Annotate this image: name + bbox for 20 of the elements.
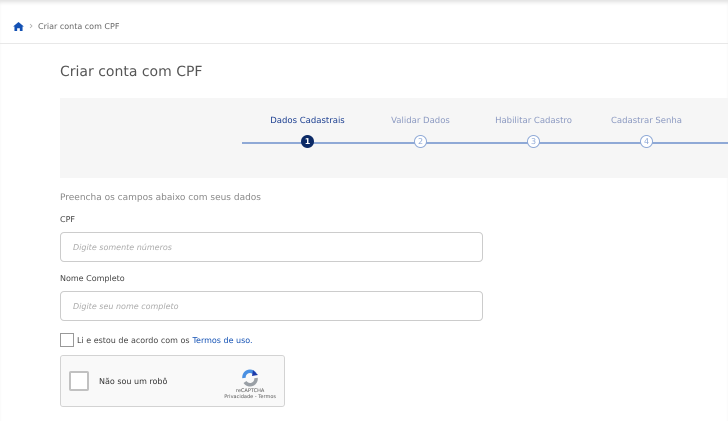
chevron-right-icon	[29, 23, 33, 29]
input-field[interactable]: Digite seu nome completo	[60, 291, 483, 321]
step-number: 2	[414, 135, 427, 148]
field-label: CPF	[60, 215, 76, 224]
terms-checkbox[interactable]	[60, 333, 74, 347]
step-label[interactable]: Dados Cadastrais	[270, 116, 345, 126]
breadcrumb-current: Criar conta com CPF	[38, 22, 120, 30]
home-icon[interactable]	[13, 22, 24, 30]
captcha-label: Não sou um robô	[99, 376, 168, 386]
recaptcha-logo-icon	[240, 368, 260, 388]
input-field[interactable]: Digite somente números	[60, 232, 483, 262]
step-number: 3	[527, 135, 540, 148]
step-number: 4	[640, 135, 653, 148]
terms-text: Li e estou de acordo com os	[77, 336, 190, 344]
instructions-text: Preencha os campos abaixo com seus dados	[60, 193, 262, 203]
terms-link[interactable]: Termos de uso.	[192, 336, 253, 344]
captcha-checkbox[interactable]	[69, 371, 89, 391]
field-label: Nome Completo	[60, 274, 126, 283]
page-title: Criar conta com CPF	[60, 63, 204, 82]
step-number: 1	[301, 135, 314, 148]
